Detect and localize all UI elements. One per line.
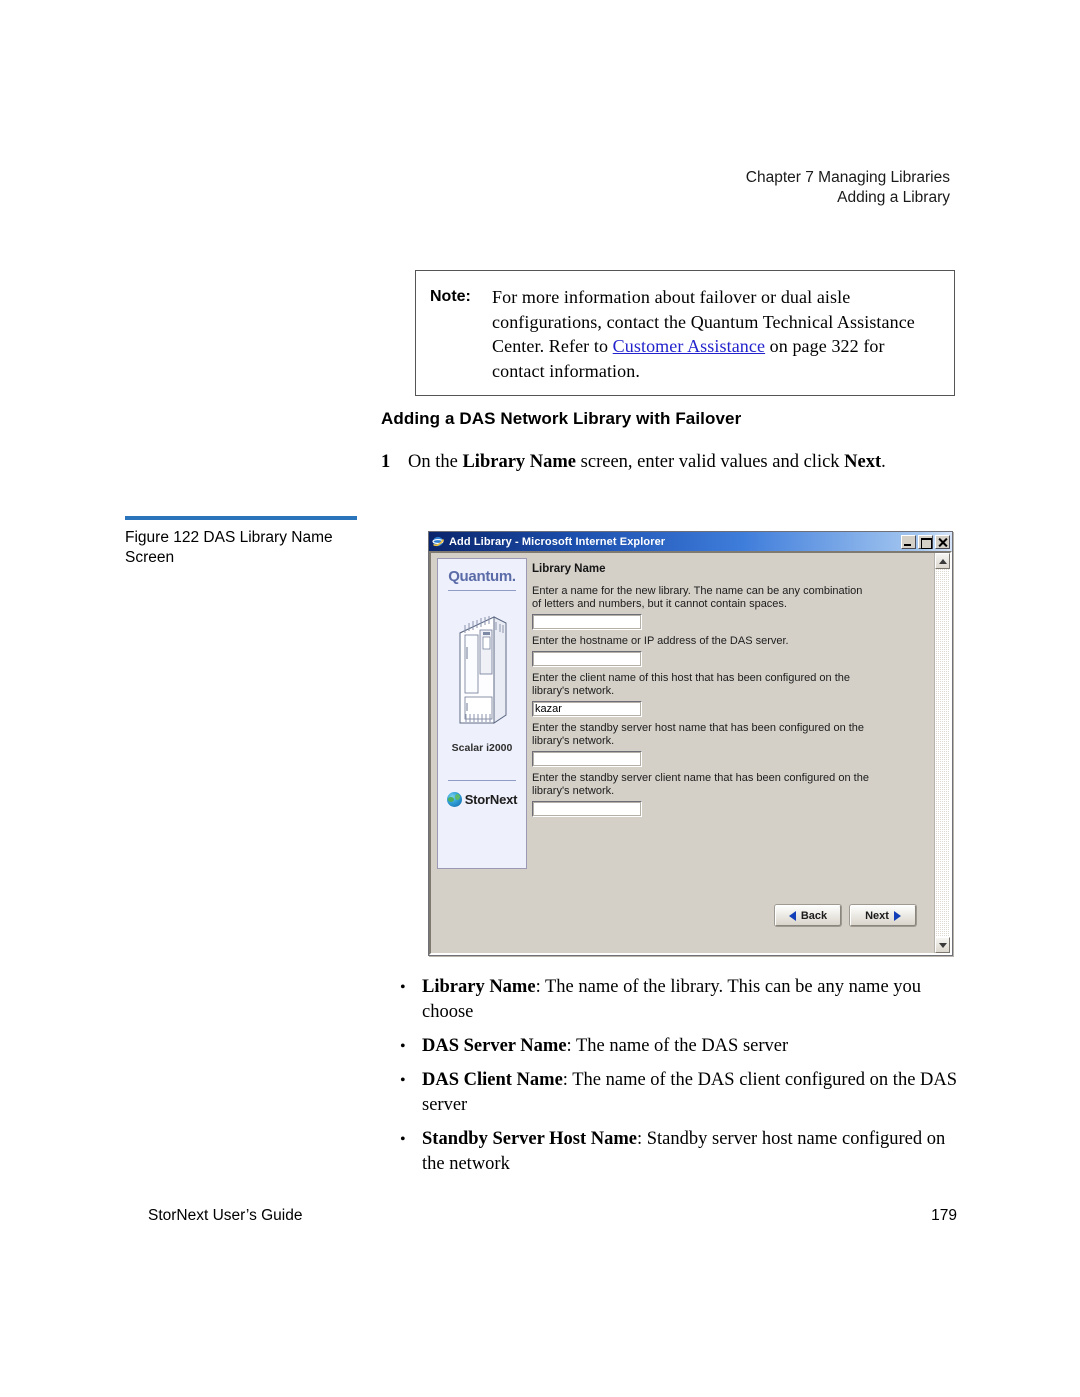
footer-page-number: 179 — [931, 1207, 957, 1224]
figure-caption: Figure 122 DAS Library Name Screen — [125, 516, 360, 568]
standby-host-input[interactable] — [532, 751, 642, 767]
brand-divider-top — [448, 590, 516, 591]
standby-client-input[interactable] — [532, 801, 642, 817]
das-server-input[interactable] — [532, 651, 642, 667]
window-title: Add Library - Microsoft Internet Explore… — [449, 535, 666, 548]
figure-caption-text: Figure 122 DAS Library Name Screen — [125, 529, 333, 566]
back-button[interactable]: Back — [775, 905, 841, 926]
minimize-icon[interactable] — [901, 534, 916, 549]
list-item: • DAS Server Name: The name of the DAS s… — [400, 1034, 965, 1059]
globe-icon — [446, 792, 462, 807]
window-titlebar: Add Library - Microsoft Internet Explore… — [429, 532, 952, 551]
step-bold-next: Next — [844, 452, 882, 472]
bullet-icon: • — [400, 1038, 406, 1055]
section-heading: Adding a DAS Network Library with Failov… — [381, 409, 742, 428]
library-name-label: Enter a name for the new library. The na… — [532, 585, 863, 610]
arrow-left-icon — [788, 910, 796, 921]
list-item-text: DAS Server Name: The name of the DAS ser… — [422, 1034, 788, 1059]
scroll-up-icon[interactable] — [935, 553, 950, 569]
window-controls — [901, 534, 950, 549]
field-description-list: • Library Name: The name of the library.… — [400, 975, 965, 1186]
list-item: • DAS Client Name: The name of the DAS c… — [400, 1068, 965, 1118]
das-server-label: Enter the hostname or IP address of the … — [532, 635, 789, 647]
vertical-scrollbar[interactable] — [934, 553, 950, 953]
brand-divider-bottom — [448, 780, 516, 781]
form-panel: Library Name Enter a name for the new li… — [532, 556, 934, 953]
form-actions: Back Next ✕ Cancel — [775, 905, 934, 926]
step-text-b: screen, enter valid values and click — [576, 452, 845, 472]
next-button[interactable]: Next — [850, 905, 916, 926]
list-item-text: DAS Client Name: The name of the DAS cli… — [422, 1068, 965, 1118]
footer-guide-title: StorNext User’s Guide — [148, 1207, 303, 1224]
brand-panel: Quantum. Scalar i2000 StorNext — [437, 558, 527, 869]
form-title: Library Name — [532, 563, 606, 575]
list-item-term: Standby Server Host Name — [422, 1129, 637, 1149]
figure-rule — [125, 516, 357, 520]
next-button-label: Next — [865, 909, 889, 922]
product-label: Scalar i2000 — [451, 742, 513, 754]
scalar-i2000-library-image — [456, 611, 508, 734]
stornext-logo: StorNext — [446, 792, 518, 807]
list-item-term: DAS Client Name — [422, 1070, 563, 1090]
note-box: Note: For more information about failove… — [415, 270, 955, 396]
step-text: On the Library Name screen, enter valid … — [408, 452, 886, 473]
list-item-text: Standby Server Host Name: Standby server… — [422, 1127, 965, 1177]
list-item-desc: : The name of the DAS server — [566, 1036, 789, 1056]
internet-explorer-icon — [432, 535, 445, 548]
maximize-icon[interactable] — [918, 534, 933, 549]
das-client-input[interactable] — [532, 701, 642, 717]
stornext-logo-text: StorNext — [464, 792, 518, 807]
step-item: 1 On the Library Name screen, enter vali… — [381, 452, 961, 473]
library-name-input[interactable] — [532, 614, 642, 630]
das-client-label: Enter the client name of this host that … — [532, 672, 850, 697]
page-header-chapter: Chapter 7 Managing Libraries — [745, 169, 950, 186]
list-item-text: Library Name: The name of the library. T… — [422, 975, 965, 1025]
step-bold-library-name: Library Name — [462, 452, 577, 472]
step-text-a: On the — [408, 452, 463, 472]
arrow-right-icon — [893, 910, 901, 921]
note-text: For more information about failover or d… — [492, 285, 940, 383]
step-text-c: . — [881, 452, 886, 472]
customer-assistance-link[interactable]: Customer Assistance — [613, 336, 765, 356]
window-client-area: Quantum. Scalar i2000 StorNext Library N… — [429, 551, 952, 955]
quantum-logo: Quantum. — [448, 568, 516, 585]
standby-host-label: Enter the standby server host name that … — [532, 722, 865, 747]
back-button-label: Back — [800, 909, 828, 922]
note-label: Note: — [430, 288, 471, 305]
scroll-down-icon[interactable] — [935, 937, 950, 953]
list-item: • Library Name: The name of the library.… — [400, 975, 965, 1025]
list-item: • Standby Server Host Name: Standby serv… — [400, 1127, 965, 1177]
standby-client-label: Enter the standby server client name tha… — [532, 772, 869, 797]
bullet-icon: • — [400, 1131, 406, 1148]
add-library-window: Add Library - Microsoft Internet Explore… — [428, 531, 953, 956]
list-item-term: Library Name — [422, 977, 536, 997]
list-item-term: DAS Server Name — [422, 1036, 567, 1056]
step-number: 1 — [381, 452, 391, 472]
page-header-section: Adding a Library — [837, 189, 950, 206]
page-header: Chapter 7 Managing Libraries Adding a Li… — [746, 168, 950, 208]
window-content: Quantum. Scalar i2000 StorNext Library N… — [431, 553, 934, 953]
close-icon[interactable] — [935, 534, 950, 549]
bullet-icon: • — [400, 1072, 406, 1089]
bullet-icon: • — [400, 979, 406, 996]
